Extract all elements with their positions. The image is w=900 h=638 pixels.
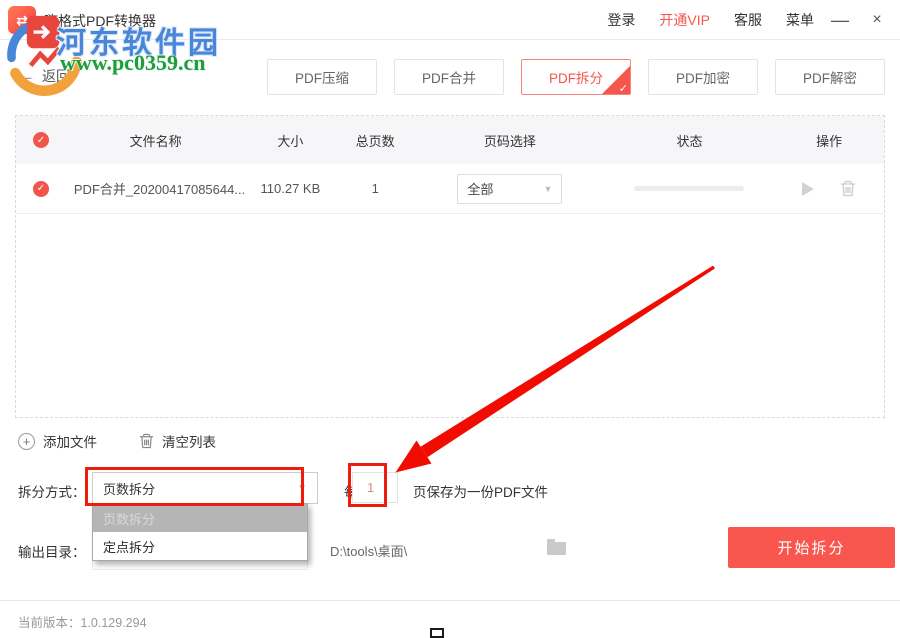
feature-tabs: PDF压缩 PDF合并 PDF拆分 ✓ PDF加密 PDF解密 [267, 59, 885, 95]
login-button[interactable]: 登录 [607, 10, 635, 30]
header-actions: 操作 [816, 133, 843, 149]
active-tab-check-icon: ✓ [618, 83, 628, 95]
page-range-select[interactable]: 全部 ▼ [457, 173, 563, 204]
table-header: ✓ 文件名称 大小 总页数 页码选择 状态 操作 [16, 116, 884, 164]
header-file-name: 文件名称 [129, 133, 182, 149]
app-window: ⇄ 嗨格式PDF转换器 登录 开通VIP 客服 菜单 — × 河东软件园 www… [0, 0, 900, 638]
trash-icon [139, 433, 154, 449]
clear-list-button[interactable]: 清空列表 [139, 431, 216, 451]
check-circle-icon: ✓ [32, 180, 49, 197]
row-status [605, 186, 775, 191]
tab-label: PDF合并 [422, 71, 476, 86]
vip-button[interactable]: 开通VIP [659, 10, 710, 30]
back-label: 返回 [42, 68, 70, 84]
add-file-label: 添加文件 [43, 435, 97, 450]
tab-pdf-split[interactable]: PDF拆分 ✓ [521, 59, 631, 95]
header-status: 状态 [676, 133, 703, 149]
tab-label: PDF解密 [803, 71, 857, 86]
split-method-label: 拆分方式： [18, 485, 86, 500]
row-file-name: PDF合并_20200417085644... [73, 182, 246, 197]
plus-circle-icon: + [18, 432, 35, 450]
start-split-button[interactable]: 开始拆分 [728, 527, 895, 568]
play-icon[interactable] [802, 181, 815, 196]
back-button[interactable]: ← 返回 [18, 66, 70, 86]
footer-divider [0, 600, 900, 601]
split-method-select[interactable]: 页数拆分 ▼ [92, 472, 318, 504]
header-size: 大小 [277, 133, 304, 149]
pages-per-file-label: 页保存为一份PDF文件 [413, 485, 548, 500]
page-count-input[interactable] [352, 472, 398, 503]
row-page-count: 1 [371, 181, 379, 196]
split-method-dropdown: 页数拆分 定点拆分 [92, 503, 308, 561]
check-circle-icon: ✓ [32, 132, 49, 148]
close-button[interactable]: × [862, 0, 892, 40]
add-file-button[interactable]: + 添加文件 [18, 431, 97, 451]
minimize-button[interactable]: — [825, 0, 855, 40]
chevron-down-icon: ▼ [543, 183, 553, 194]
app-logo-icon: ⇄ [8, 6, 36, 34]
cursor-artifact [430, 628, 444, 638]
header-total-pages: 总页数 [355, 133, 395, 149]
header-page-select: 页码选择 [483, 133, 536, 149]
dropdown-option-pages[interactable]: 页数拆分 [93, 504, 307, 532]
back-arrow-icon: ← [18, 66, 35, 85]
tab-pdf-compress[interactable]: PDF压缩 [267, 59, 377, 95]
table-row: ✓ PDF合并_20200417085644... 110.27 KB 1 全部… [16, 164, 884, 214]
tab-pdf-encrypt[interactable]: PDF加密 [648, 59, 758, 95]
watermark-site-url: www.pc0359.cn [60, 50, 206, 75]
file-list-panel: ✓ 文件名称 大小 总页数 页码选择 状态 操作 ✓ PDF合并_2020041… [15, 115, 885, 418]
row-checkbox[interactable]: ✓ [16, 180, 66, 197]
row-file-size: 110.27 KB [260, 181, 321, 196]
output-dir-label: 输出目录： [18, 545, 86, 560]
tab-pdf-decrypt[interactable]: PDF解密 [775, 59, 885, 95]
tab-label: PDF拆分 [549, 71, 603, 86]
tab-pdf-merge[interactable]: PDF合并 [394, 59, 504, 95]
app-title: 嗨格式PDF转换器 [44, 13, 156, 29]
folder-icon[interactable] [547, 539, 566, 555]
row-actions [774, 180, 884, 197]
version-label: 当前版本：1.0.129.294 [18, 616, 147, 630]
clear-list-label: 清空列表 [162, 435, 216, 450]
chevron-down-icon: ▼ [297, 482, 307, 494]
trash-icon[interactable] [840, 180, 856, 197]
progress-bar [634, 186, 745, 191]
tab-label: PDF压缩 [295, 71, 349, 86]
dropdown-option-fixed-point[interactable]: 定点拆分 [93, 532, 307, 560]
titlebar: ⇄ 嗨格式PDF转换器 登录 开通VIP 客服 菜单 — × [0, 0, 900, 40]
page-range-value: 全部 [467, 182, 494, 197]
menu-button[interactable]: 菜单 [786, 10, 814, 30]
titlebar-menu: 登录 开通VIP 客服 菜单 [607, 0, 814, 40]
support-button[interactable]: 客服 [734, 10, 762, 30]
header-select-all[interactable]: ✓ [16, 132, 66, 148]
output-dir-path: D:\tools\桌面\ [330, 544, 408, 559]
split-method-value: 页数拆分 [103, 481, 156, 497]
list-actions: + 添加文件 清空列表 [18, 431, 216, 451]
tab-label: PDF加密 [676, 71, 730, 86]
